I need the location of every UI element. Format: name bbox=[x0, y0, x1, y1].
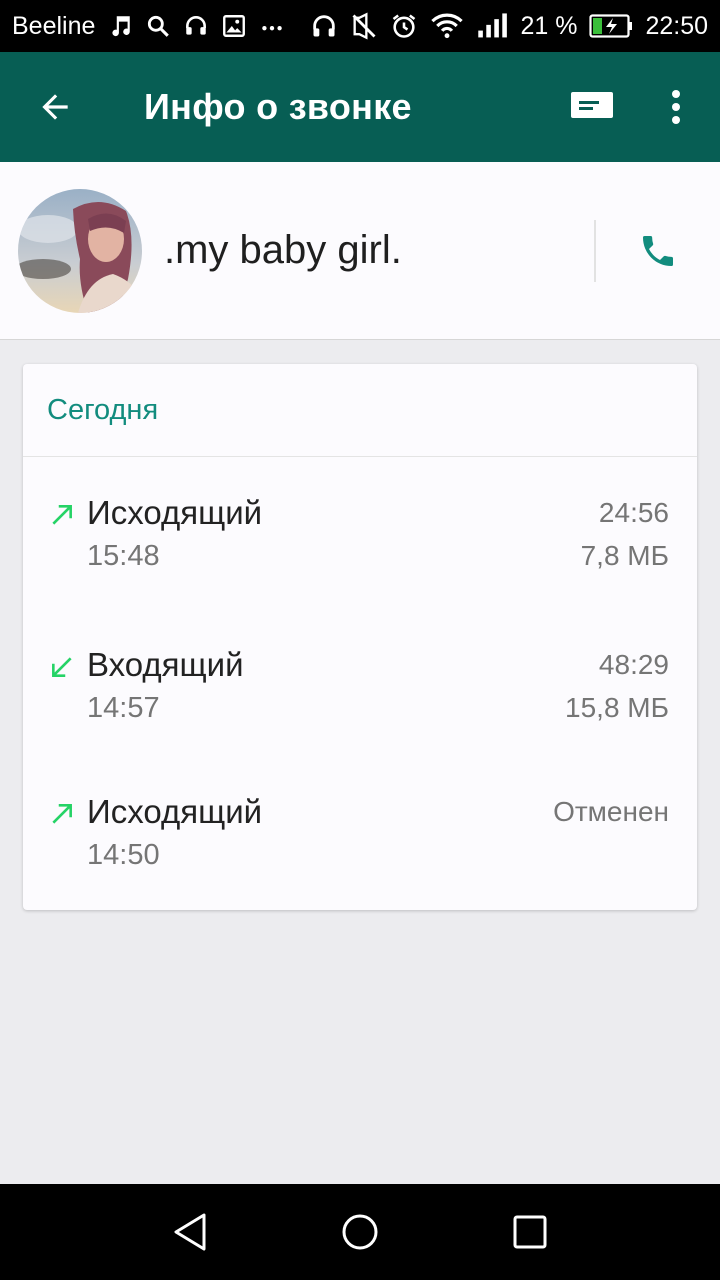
image-icon bbox=[221, 13, 247, 39]
call-type: Входящий bbox=[87, 646, 244, 683]
music-icon bbox=[107, 13, 133, 39]
carrier-label: Beeline bbox=[12, 11, 96, 40]
call-button[interactable] bbox=[596, 189, 720, 313]
status-bar: Beeline 21 % 22:50 bbox=[0, 0, 720, 52]
call-type: Исходящий bbox=[87, 793, 263, 830]
wifi-icon bbox=[430, 12, 464, 40]
clock: 22:50 bbox=[645, 11, 708, 40]
alarm-icon bbox=[390, 12, 418, 40]
call-duration: 24:56 bbox=[598, 497, 669, 528]
back-button[interactable] bbox=[0, 52, 110, 162]
outgoing-call-icon bbox=[52, 804, 72, 824]
navigation-bar bbox=[0, 1184, 720, 1280]
call-time: 14:50 bbox=[87, 839, 160, 871]
call-entry: Исходящий 14:50 Отменен bbox=[23, 793, 697, 903]
incoming-call-icon bbox=[52, 657, 72, 677]
vibrate-off-icon bbox=[350, 12, 378, 40]
avatar[interactable] bbox=[18, 188, 142, 313]
nav-recents-icon bbox=[513, 1215, 547, 1249]
message-button[interactable] bbox=[552, 52, 632, 162]
contact-row[interactable]: .my baby girl. bbox=[0, 162, 720, 340]
call-data-size: 7,8 МБ bbox=[580, 540, 669, 571]
call-entry: Входящий 14:57 48:29 15,8 МБ bbox=[23, 646, 697, 756]
call-type: Исходящий bbox=[87, 494, 263, 531]
nav-home-button[interactable] bbox=[330, 1202, 390, 1262]
signal-icon bbox=[476, 12, 508, 40]
outgoing-call-icon bbox=[52, 505, 72, 525]
contact-name: .my baby girl. bbox=[164, 228, 402, 272]
status-left: Beeline bbox=[12, 12, 285, 41]
call-time: 14:57 bbox=[87, 692, 160, 724]
call-log-card: Сегодня Исходящий 15:48 24:56 7,8 МБ Вхо… bbox=[23, 364, 697, 910]
nav-back-button[interactable] bbox=[160, 1202, 220, 1262]
more-vert-icon bbox=[672, 90, 680, 124]
nav-back-icon bbox=[174, 1213, 206, 1251]
call-duration: 48:29 bbox=[598, 649, 669, 680]
nav-home-icon bbox=[342, 1214, 378, 1250]
call-entry: Исходящий 15:48 24:56 7,8 МБ bbox=[23, 494, 697, 604]
app-bar: Инфо о звонке bbox=[0, 52, 720, 162]
more-notifications-icon bbox=[259, 13, 285, 39]
search-icon bbox=[145, 13, 171, 39]
arrow-back-icon bbox=[42, 94, 68, 120]
headset-icon bbox=[183, 13, 209, 39]
call-time: 15:48 bbox=[87, 540, 160, 572]
call-data-size: 15,8 МБ bbox=[565, 692, 669, 723]
battery-charging-icon bbox=[589, 13, 633, 39]
phone-icon bbox=[643, 235, 673, 266]
page-title: Инфо о звонке bbox=[144, 86, 412, 127]
headphones-icon bbox=[310, 12, 338, 40]
nav-recents-button[interactable] bbox=[500, 1202, 560, 1262]
message-icon bbox=[571, 92, 613, 118]
more-options-button[interactable] bbox=[646, 52, 706, 162]
status-right: 21 % 22:50 bbox=[310, 12, 708, 41]
section-title: Сегодня bbox=[47, 393, 159, 426]
call-status: Отменен bbox=[553, 796, 669, 827]
battery-percent: 21 % bbox=[520, 11, 578, 40]
card-header: Сегодня bbox=[23, 364, 697, 457]
